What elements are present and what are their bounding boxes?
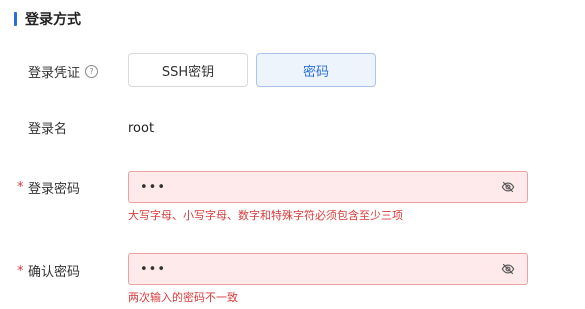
- credential-label: 登录凭证: [28, 65, 81, 81]
- password-option-button[interactable]: 密码: [256, 53, 376, 87]
- password-option-label: 密码: [302, 64, 329, 80]
- confirm-password-label-group: 确认密码: [28, 261, 81, 280]
- question-circle-icon[interactable]: ?: [85, 64, 99, 78]
- confirm-password-required-mark: *: [17, 264, 24, 279]
- ssh-key-option-label: SSH密钥: [161, 64, 215, 80]
- login-method-form: 登录方式 登录凭证 ? SSH密钥 密码 登录名 root * 登录密码 大写字…: [0, 0, 585, 309]
- login-name-value: root: [128, 121, 155, 136]
- password-input[interactable]: [129, 172, 500, 202]
- eye-off-icon[interactable]: [501, 180, 515, 194]
- section-title: 登录方式: [25, 12, 81, 28]
- password-required-mark: *: [17, 180, 24, 195]
- confirm-password-error-message: 两次输入的密码不一致: [128, 291, 238, 304]
- password-label: 登录密码: [28, 181, 81, 197]
- login-name-label: 登录名: [28, 121, 68, 137]
- eye-off-icon[interactable]: [501, 262, 515, 276]
- confirm-password-label: 确认密码: [28, 264, 81, 280]
- confirm-password-field: [128, 253, 528, 285]
- ssh-key-option-button[interactable]: SSH密钥: [128, 53, 248, 87]
- credential-label-group: 登录凭证 ?: [28, 62, 99, 81]
- password-field: [128, 171, 528, 203]
- section-accent-bar: [14, 12, 17, 26]
- confirm-password-input[interactable]: [129, 254, 500, 284]
- password-error-message: 大写字母、小写字母、数字和特殊字符必须包含至少三项: [128, 209, 403, 222]
- section-header: 登录方式: [14, 11, 81, 28]
- password-label-group: 登录密码: [28, 178, 81, 197]
- login-name-label-group: 登录名: [28, 118, 68, 137]
